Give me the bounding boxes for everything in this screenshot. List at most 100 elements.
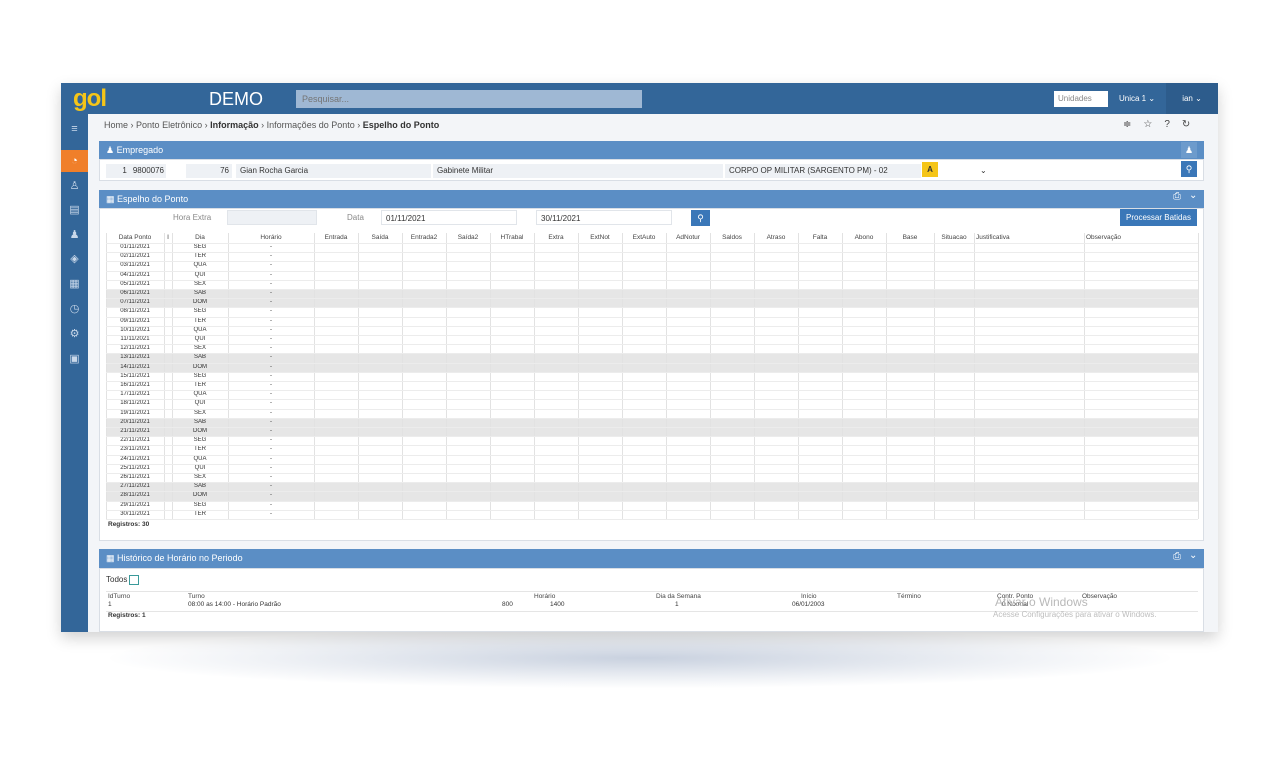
column-header-dia[interactable]: Dia — [172, 233, 228, 242]
column-header-sa-da2[interactable]: Saída2 — [446, 233, 490, 242]
column-header-atraso[interactable]: Atraso — [754, 233, 798, 242]
table-row[interactable]: 15/11/2021 SEG - — [106, 372, 1198, 381]
search-input[interactable] — [296, 90, 642, 108]
print-icon[interactable]: ⎙ — [1173, 551, 1181, 562]
table-row[interactable]: 28/11/2021 DOM - — [106, 491, 1198, 501]
table-row[interactable]: 27/11/2021 SAB - — [106, 482, 1198, 492]
chevron-down-icon[interactable]: ⌄ — [1189, 190, 1197, 201]
search-button[interactable]: ⚲ — [691, 210, 710, 226]
clock-icon[interactable]: ◷ — [61, 298, 88, 320]
breadcrumb-separator: › — [357, 120, 361, 130]
data-fim-input[interactable]: 30/11/2021 — [536, 210, 672, 225]
cell-dia: SEG — [193, 437, 207, 444]
users-icon[interactable]: ♟ — [61, 224, 88, 246]
filter-icon[interactable]: ≑ — [1123, 119, 1143, 130]
column-header-observa-o[interactable]: Observação — [1084, 233, 1200, 242]
table-row[interactable]: 22/11/2021 SEG - — [106, 436, 1198, 445]
column-header-htrabal[interactable]: HTrabal — [490, 233, 534, 242]
hist-h1: 800 — [502, 601, 513, 608]
user-icon[interactable]: ♙ — [61, 175, 88, 197]
cell-dia: QUA — [193, 262, 207, 269]
refresh-icon[interactable]: ↻ — [1182, 119, 1202, 130]
table-row[interactable]: 13/11/2021 SAB - — [106, 353, 1198, 363]
breadcrumb-home[interactable]: Home — [104, 120, 128, 130]
table-row[interactable]: 09/11/2021 TER - — [106, 317, 1198, 326]
table-row[interactable]: 21/11/2021 DOM - — [106, 427, 1198, 437]
column-header-abono[interactable]: Abono — [842, 233, 886, 242]
star-icon[interactable]: ☆ — [1143, 119, 1164, 130]
briefcase-icon[interactable]: ▣ — [61, 348, 88, 370]
column-header-extauto[interactable]: ExtAuto — [622, 233, 666, 242]
unidades-field[interactable]: Unidades — [1054, 91, 1108, 107]
table-row[interactable]: 07/11/2021 DOM - — [106, 298, 1198, 308]
table-row[interactable]: 12/11/2021 SEX - — [106, 344, 1198, 353]
table-row[interactable]: 11/11/2021 QUI - — [106, 335, 1198, 344]
table-row[interactable]: 05/11/2021 SEX - — [106, 280, 1198, 289]
user-menu[interactable]: ian ⌄ — [1166, 83, 1218, 114]
search-employee-button[interactable]: ⚲ — [1181, 161, 1197, 177]
table-row[interactable]: 02/11/2021 TER - — [106, 252, 1198, 261]
dashboard-icon[interactable]: ◔ — [61, 150, 88, 172]
table-row[interactable]: 19/11/2021 SEX - — [106, 409, 1198, 418]
table-row[interactable]: 04/11/2021 QUI - — [106, 271, 1198, 280]
column-header-base[interactable]: Base — [886, 233, 934, 242]
hora-extra-input[interactable] — [227, 210, 317, 225]
column-header-justificativa[interactable]: Justificativa — [974, 233, 1086, 242]
document-icon[interactable]: ▤ — [61, 199, 88, 221]
column-header-saldos[interactable]: Saldos — [710, 233, 754, 242]
row-divider — [106, 261, 1198, 263]
breadcrumb-informacao[interactable]: Informação — [210, 120, 259, 130]
calculator-icon[interactable]: ▦ — [61, 273, 88, 295]
table-row[interactable]: 30/11/2021 TER - — [106, 510, 1198, 519]
user-lookup-button[interactable]: ♟ — [1181, 142, 1197, 158]
todos-checkbox[interactable] — [129, 575, 140, 585]
app-name: DEMO — [209, 89, 263, 109]
column-header-entrada2[interactable]: Entrada2 — [402, 233, 446, 242]
unit-selector[interactable]: Unica 1 ⌄ — [1119, 94, 1155, 103]
table-row[interactable]: 16/11/2021 TER - — [106, 381, 1198, 390]
processar-batidas-button[interactable]: Processar Batidas — [1120, 209, 1197, 226]
table-row[interactable]: 18/11/2021 QUI - — [106, 399, 1198, 408]
table-row[interactable]: 03/11/2021 QUA - — [106, 261, 1198, 270]
column-header-extra[interactable]: Extra — [534, 233, 578, 242]
cell-horario: - — [270, 363, 272, 370]
column-header-extnot[interactable]: ExtNot — [578, 233, 622, 242]
emp-select[interactable]: ⌄ — [940, 164, 1178, 178]
logo[interactable]: gol — [73, 85, 107, 113]
column-header-falta[interactable]: Falta — [798, 233, 842, 242]
data-inicio-input[interactable]: 01/11/2021 — [381, 210, 517, 225]
column-header-entrada[interactable]: Entrada — [314, 233, 358, 242]
print-icon[interactable]: ⎙ — [1173, 191, 1181, 202]
column-header-data-ponto[interactable]: Data Ponto — [106, 233, 164, 242]
help-icon[interactable]: ? — [1164, 119, 1182, 130]
table-row[interactable]: 26/11/2021 SEX - — [106, 473, 1198, 482]
menu-icon[interactable]: ≡ — [61, 118, 88, 140]
table-row[interactable]: 08/11/2021 SEG - — [106, 307, 1198, 316]
table-row[interactable]: 20/11/2021 SAB - — [106, 417, 1198, 427]
row-divider — [106, 509, 1198, 511]
column-header-situacao[interactable]: Situacao — [934, 233, 974, 242]
espelho-table: 30/11/2021 TER - 29/11/2021 SEG - 28/11/2021 DO… — [106, 233, 1200, 536]
sidebar: ≡ ◔ ♙ ▤ ♟ ◈ ▦ ◷ ⚙ ▣ — [61, 114, 88, 632]
table-row[interactable]: 10/11/2021 QUA - — [106, 326, 1198, 335]
cell-date: 09/11/2021 — [120, 317, 150, 324]
table-row[interactable]: 17/11/2021 QUA - — [106, 390, 1198, 399]
table-row[interactable]: 29/11/2021 SEG - — [106, 501, 1198, 510]
table-row[interactable]: 25/11/2021 QUI - — [106, 464, 1198, 473]
breadcrumb-info-ponto[interactable]: Informações do Ponto — [267, 120, 355, 130]
table-row[interactable]: 01/11/2021 SEG - — [106, 243, 1198, 252]
table-row[interactable]: 23/11/2021 TER - — [106, 445, 1198, 454]
table-row[interactable]: 24/11/2021 QUA - — [106, 455, 1198, 464]
tag-icon[interactable]: ◈ — [61, 248, 88, 270]
breadcrumb-ponto[interactable]: Ponto Eletrônico — [136, 120, 202, 130]
column-header-hor-rio[interactable]: Horário — [228, 233, 314, 242]
todos-toggle[interactable]: Todos — [106, 575, 140, 585]
column-header-sa-da[interactable]: Saída — [358, 233, 402, 242]
column-header-adnotur[interactable]: AdNotur — [666, 233, 710, 242]
column-header-i[interactable]: I — [164, 233, 172, 242]
table-row[interactable]: 14/11/2021 DOM - — [106, 362, 1198, 372]
table-row[interactable]: 06/11/2021 SAB - — [106, 289, 1198, 299]
chevron-down-icon[interactable]: ⌄ — [1189, 550, 1197, 561]
gear-icon[interactable]: ⚙ — [61, 323, 88, 345]
grid-column-divider — [164, 233, 165, 519]
